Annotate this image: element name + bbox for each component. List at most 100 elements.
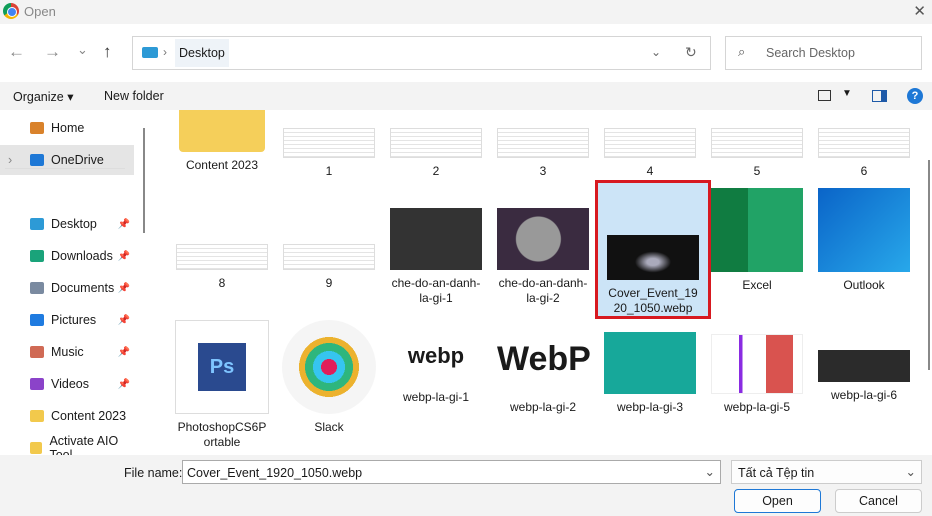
- pin-icon[interactable]: 📌: [118, 379, 130, 390]
- sidebar-scrollbar[interactable]: [143, 128, 145, 233]
- open-button[interactable]: Open: [734, 489, 821, 513]
- file-name: Excel: [742, 278, 772, 292]
- view-icon[interactable]: [818, 90, 831, 101]
- file-name-input[interactable]: Cover_Event_1920_1050.webp ⌄: [182, 460, 721, 484]
- slack-icon: [282, 320, 376, 414]
- home-icon: [30, 122, 44, 134]
- help-icon[interactable]: ?: [907, 88, 923, 104]
- view-dropdown-icon[interactable]: ▼: [842, 88, 852, 99]
- up-button[interactable]: ↑: [103, 42, 112, 62]
- window-title: Open: [24, 4, 56, 19]
- sidebar-item-label: OneDrive: [51, 153, 104, 167]
- file-name: 6: [860, 164, 868, 178]
- image-thumbnail: WebP: [497, 334, 591, 394]
- pin-icon[interactable]: 📌: [118, 251, 130, 262]
- file-list: Content 2023 1 2 3 4 5 6 8 9 che-do-an-danh-la-gi…: [150, 110, 920, 455]
- file-item[interactable]: che-do-an-danh-la-gi-1: [384, 188, 488, 306]
- chevron-down-icon: ⌄: [905, 465, 916, 479]
- file-type-value: Tất cả Tệp tin: [738, 466, 815, 480]
- file-item[interactable]: Ps PhotoshopCS6Portable: [170, 320, 274, 450]
- file-item[interactable]: 8: [170, 188, 274, 291]
- chrome-icon: [3, 3, 19, 19]
- divider: [5, 168, 125, 169]
- close-button[interactable]: ✕: [913, 2, 926, 20]
- pin-icon[interactable]: 📌: [118, 283, 130, 294]
- file-item-selected[interactable]: Cover_Event_1920_1050.webp: [595, 180, 711, 319]
- breadcrumb-desktop[interactable]: Desktop: [175, 39, 229, 67]
- back-button[interactable]: ←: [8, 42, 25, 62]
- search-input[interactable]: ⌕ Search Desktop: [725, 36, 922, 70]
- file-item[interactable]: WebP webp-la-gi-2: [491, 320, 595, 415]
- organize-button[interactable]: Organize ▾: [13, 89, 73, 104]
- file-name: webp-la-gi-6: [830, 388, 898, 402]
- sidebar-item-videos[interactable]: Videos 📌: [0, 369, 134, 399]
- file-item[interactable]: webp webp-la-gi-1: [384, 320, 488, 405]
- pin-icon[interactable]: 📌: [118, 219, 130, 230]
- file-name: Cover_Event_1920_1050.webp: [608, 286, 698, 315]
- file-item[interactable]: webp-la-gi-3: [598, 320, 702, 415]
- image-thumbnail: [604, 332, 696, 394]
- folder-icon: [179, 110, 265, 152]
- file-item[interactable]: che-do-an-danh-la-gi-2: [491, 188, 595, 306]
- sidebar-item-documents[interactable]: Documents 📌: [0, 273, 134, 303]
- pictures-icon: [30, 314, 44, 326]
- content-scrollbar[interactable]: [928, 160, 930, 370]
- cancel-button[interactable]: Cancel: [835, 489, 922, 513]
- image-thumbnail: [818, 350, 910, 382]
- content-2023-icon: [30, 410, 44, 422]
- file-item[interactable]: 9: [277, 188, 381, 291]
- file-name: Outlook: [843, 278, 885, 292]
- document-thumbnail: [497, 128, 589, 158]
- sidebar-item-label: Music: [51, 345, 84, 359]
- sidebar-item-home[interactable]: Home: [0, 113, 134, 143]
- file-item[interactable]: 4: [598, 110, 702, 179]
- file-item[interactable]: Content 2023: [170, 110, 274, 173]
- sidebar-item-downloads[interactable]: Downloads 📌: [0, 241, 134, 271]
- search-placeholder: Search Desktop: [766, 46, 855, 60]
- chevron-down-icon[interactable]: ⌄: [651, 45, 661, 59]
- file-item[interactable]: 5: [705, 110, 809, 179]
- file-item[interactable]: 6: [812, 110, 916, 179]
- preview-pane-icon[interactable]: [872, 90, 887, 102]
- pin-icon[interactable]: 📌: [118, 315, 130, 326]
- onedrive-icon: [30, 154, 44, 166]
- sidebar-item-onedrive[interactable]: › OneDrive: [0, 145, 134, 175]
- image-thumbnail: [497, 208, 589, 270]
- file-name: Content 2023: [185, 158, 259, 172]
- sidebar-item-content-2023[interactable]: Content 2023: [0, 401, 134, 431]
- recent-dropdown[interactable]: ⌄: [77, 42, 88, 58]
- image-thumbnail: [607, 235, 699, 280]
- chevron-right-icon[interactable]: ›: [8, 153, 12, 167]
- file-item[interactable]: Outlook: [812, 188, 916, 293]
- photoshop-icon: Ps: [175, 320, 269, 414]
- file-item[interactable]: Slack: [277, 320, 381, 435]
- file-item[interactable]: 2: [384, 110, 488, 179]
- sidebar-item-pictures[interactable]: Pictures 📌: [0, 305, 134, 335]
- address-bar[interactable]: › Desktop ⌄ ↻: [132, 36, 711, 70]
- file-name: PhotoshopCS6Portable: [177, 420, 267, 449]
- documents-icon: [30, 282, 44, 294]
- sidebar-item-desktop[interactable]: Desktop 📌: [0, 209, 134, 239]
- file-item[interactable]: webp-la-gi-5: [705, 320, 809, 415]
- sidebar-item-label: Content 2023: [51, 409, 127, 423]
- document-thumbnail: [283, 244, 375, 270]
- file-name-label: File name:: [124, 466, 183, 480]
- refresh-button[interactable]: ↻: [685, 44, 697, 61]
- image-thumbnail: webp: [390, 345, 482, 384]
- file-name-value: Cover_Event_1920_1050.webp: [187, 466, 363, 480]
- file-type-select[interactable]: Tất cả Tệp tin ⌄: [731, 460, 922, 484]
- document-thumbnail: [711, 128, 803, 158]
- forward-button[interactable]: →: [44, 42, 61, 62]
- sidebar-item-music[interactable]: Music 📌: [0, 337, 134, 367]
- file-item[interactable]: 1: [277, 110, 381, 179]
- file-name: 1: [325, 164, 333, 178]
- file-name: 8: [218, 276, 226, 290]
- file-item[interactable]: webp-la-gi-6: [812, 320, 916, 403]
- chevron-down-icon[interactable]: ⌄: [705, 464, 715, 479]
- outlook-icon: [818, 188, 910, 272]
- sidebar-item-label: Downloads: [51, 249, 113, 263]
- pin-icon[interactable]: 📌: [118, 347, 130, 358]
- new-folder-button[interactable]: New folder: [104, 89, 164, 103]
- file-item[interactable]: 3: [491, 110, 595, 179]
- file-item[interactable]: Excel: [705, 188, 809, 293]
